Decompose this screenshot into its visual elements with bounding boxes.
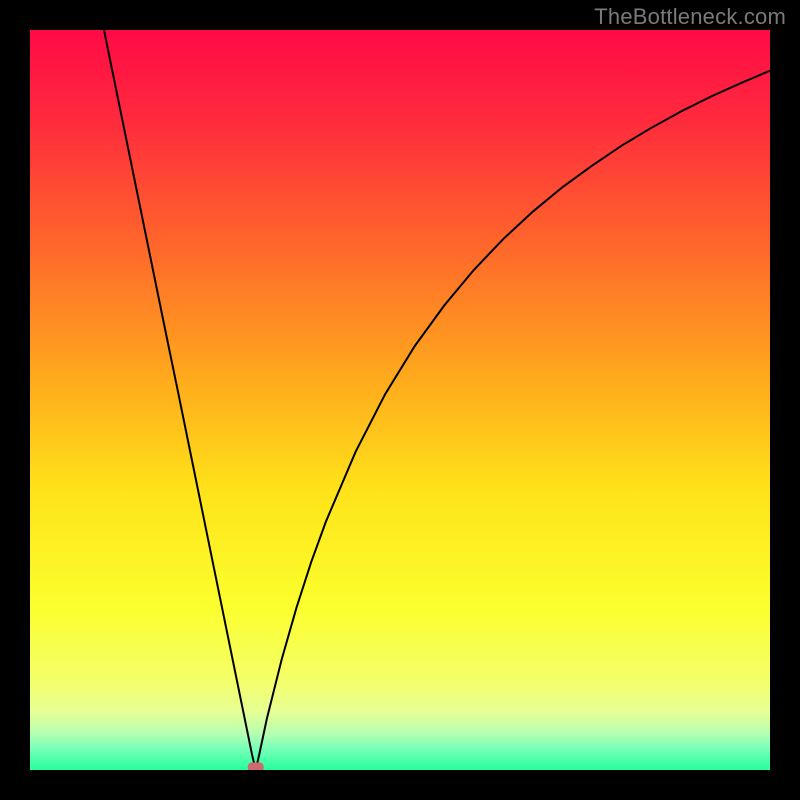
chart-frame: TheBottleneck.com	[0, 0, 800, 800]
bottleneck-chart	[30, 30, 770, 770]
watermark-label: TheBottleneck.com	[594, 4, 786, 30]
optimal-point-marker	[248, 763, 264, 770]
chart-background	[30, 30, 770, 770]
